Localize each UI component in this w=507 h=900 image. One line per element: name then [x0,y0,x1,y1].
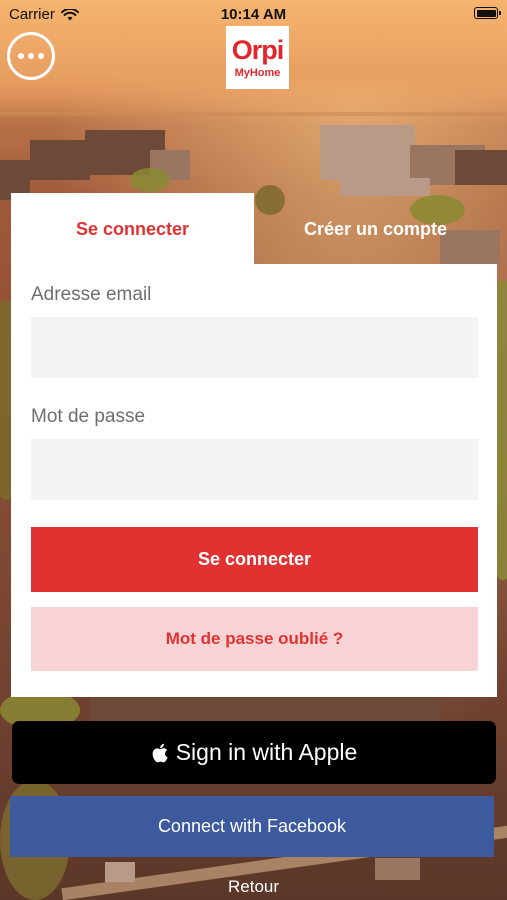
more-options-button[interactable] [7,32,55,80]
logo-subtitle: MyHome [234,66,281,79]
ellipsis-dot [38,53,44,59]
orpi-logo: Orpi MyHome [226,26,289,89]
password-field[interactable] [31,439,478,500]
apple-logo-icon [152,743,168,762]
sign-in-with-apple-button[interactable]: Sign in with Apple [12,721,496,784]
tab-create-account[interactable]: Créer un compte [254,193,497,265]
login-card: Adresse email Mot de passe Se connecter … [11,264,497,697]
clock: 10:14 AM [220,6,287,23]
forgot-password-button[interactable]: Mot de passe oublié ? [31,607,478,671]
password-label: Mot de passe [31,406,146,427]
tab-login[interactable]: Se connecter [11,193,254,265]
login-button[interactable]: Se connecter [31,527,478,592]
logo-brand: Orpi [231,34,285,65]
connect-with-facebook-button[interactable]: Connect with Facebook [10,796,494,857]
email-field[interactable] [31,317,478,378]
email-label: Adresse email [31,284,152,305]
ellipsis-dot [28,53,34,59]
status-bar: Carrier 10:14 AM [0,0,507,28]
battery-icon [474,7,501,19]
ellipsis-icon [18,53,24,59]
apple-button-label: Sign in with Apple [175,739,358,765]
back-link[interactable]: Retour [0,877,507,897]
